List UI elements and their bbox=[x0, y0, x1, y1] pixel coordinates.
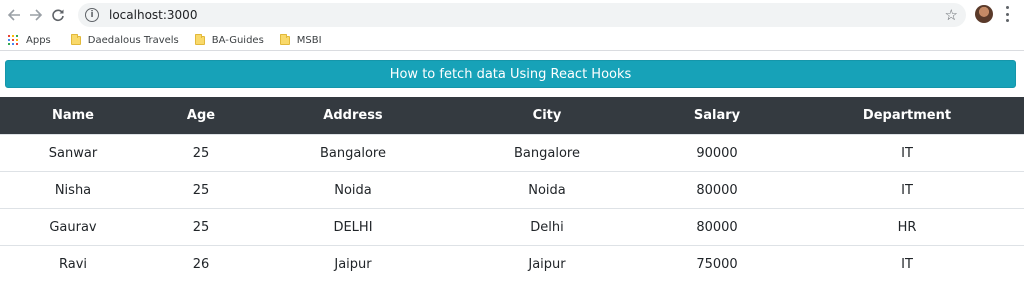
cell-city: Delhi bbox=[450, 208, 644, 246]
column-header-age: Age bbox=[146, 97, 256, 135]
reload-button[interactable] bbox=[47, 4, 69, 26]
cell-salary: 75000 bbox=[644, 245, 790, 282]
folder-icon bbox=[70, 33, 81, 45]
bookmark-label: BA-Guides bbox=[211, 34, 264, 46]
url-text: localhost:3000 bbox=[109, 8, 198, 22]
table-header-row: Name Age Address City Salary Department bbox=[0, 97, 1024, 135]
browser-toolbar: i localhost:3000 ☆ bbox=[0, 0, 1024, 30]
cell-name: Nisha bbox=[0, 171, 146, 209]
bookmark-label: MSBI bbox=[296, 34, 322, 46]
cell-department: IT bbox=[790, 171, 1024, 209]
column-header-salary: Salary bbox=[644, 97, 790, 135]
cell-department: IT bbox=[790, 134, 1024, 172]
bookmark-apps[interactable]: Apps bbox=[0, 35, 51, 46]
column-header-name: Name bbox=[0, 97, 146, 135]
cell-name: Ravi bbox=[0, 245, 146, 282]
cell-salary: 80000 bbox=[644, 171, 790, 209]
bookmarks-bar: Apps Daedalous Travels BA-Guides MSBI bbox=[0, 30, 1024, 51]
apps-grid-icon bbox=[8, 35, 18, 45]
star-icon[interactable]: ☆ bbox=[945, 6, 958, 24]
reload-icon bbox=[52, 9, 64, 22]
bookmark-label: Apps bbox=[26, 34, 51, 46]
folder-icon bbox=[279, 33, 290, 45]
forward-button[interactable] bbox=[25, 4, 47, 26]
bookmark-daedalous-travels[interactable]: Daedalous Travels bbox=[70, 33, 179, 46]
kebab-menu-icon[interactable] bbox=[1003, 6, 1011, 22]
cell-city: Bangalore bbox=[450, 134, 644, 172]
arrow-left-icon bbox=[7, 9, 20, 21]
cell-salary: 90000 bbox=[644, 134, 790, 172]
column-header-address: Address bbox=[256, 97, 450, 135]
column-header-city: City bbox=[450, 97, 644, 135]
bookmark-label: Daedalous Travels bbox=[87, 34, 179, 46]
cell-city: Noida bbox=[450, 171, 644, 209]
table-row: Sanwar 25 Bangalore Bangalore 90000 IT bbox=[0, 134, 1024, 172]
cell-age: 25 bbox=[146, 171, 256, 209]
cell-city: Jaipur bbox=[450, 245, 644, 282]
table-row: Nisha 25 Noida Noida 80000 IT bbox=[0, 171, 1024, 209]
cell-address: DELHI bbox=[256, 208, 450, 246]
cell-address: Noida bbox=[256, 171, 450, 209]
fetch-data-button[interactable]: How to fetch data Using React Hooks bbox=[5, 60, 1016, 88]
avatar[interactable] bbox=[975, 5, 993, 23]
info-icon[interactable]: i bbox=[85, 8, 99, 22]
cell-department: HR bbox=[790, 208, 1024, 246]
bookmark-ba-guides[interactable]: BA-Guides bbox=[194, 33, 264, 46]
bookmark-msbi[interactable]: MSBI bbox=[279, 33, 322, 46]
column-header-department: Department bbox=[790, 97, 1024, 135]
cell-department: IT bbox=[790, 245, 1024, 282]
arrow-right-icon bbox=[30, 9, 43, 21]
employee-table: Name Age Address City Salary Department … bbox=[0, 97, 1024, 282]
cell-age: 26 bbox=[146, 245, 256, 282]
cell-name: Gaurav bbox=[0, 208, 146, 246]
folder-icon bbox=[194, 33, 205, 45]
cell-age: 25 bbox=[146, 134, 256, 172]
table-row: Ravi 26 Jaipur Jaipur 75000 IT bbox=[0, 245, 1024, 282]
cell-age: 25 bbox=[146, 208, 256, 246]
cell-name: Sanwar bbox=[0, 134, 146, 172]
table-row: Gaurav 25 DELHI Delhi 80000 HR bbox=[0, 208, 1024, 246]
cell-address: Jaipur bbox=[256, 245, 450, 282]
cell-address: Bangalore bbox=[256, 134, 450, 172]
cell-salary: 80000 bbox=[644, 208, 790, 246]
address-bar[interactable]: i localhost:3000 ☆ bbox=[78, 3, 966, 27]
back-button[interactable] bbox=[3, 4, 25, 26]
